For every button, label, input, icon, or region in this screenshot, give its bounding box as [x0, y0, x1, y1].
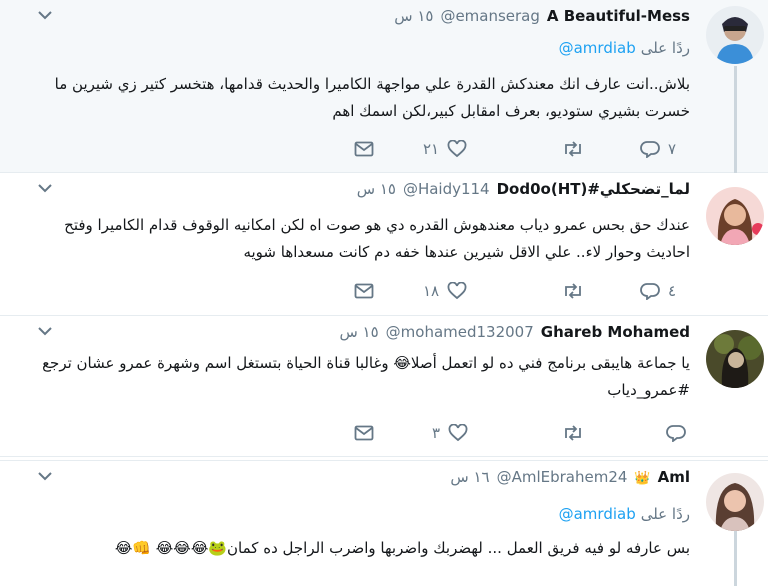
chevron-down-icon[interactable]: [37, 469, 53, 483]
timestamp[interactable]: ١٥ س: [394, 7, 433, 25]
timestamp[interactable]: ١٥ س: [357, 180, 396, 198]
tweet[interactable]: Aml 👑 @AmlEbrahem24 ١٦ س ردًا على @amrdi…: [0, 460, 768, 586]
retweet-button[interactable]: [562, 281, 592, 301]
retweet-icon: [565, 283, 581, 299]
avatar[interactable]: [706, 187, 764, 245]
avatar[interactable]: [706, 473, 764, 531]
reply-icon: [640, 283, 660, 300]
reply-context: ردًا على @amrdiab: [559, 39, 690, 57]
avatar[interactable]: [706, 6, 764, 64]
username[interactable]: @emanserag: [440, 7, 539, 25]
reply-count: ٧: [668, 140, 677, 158]
reply-prefix: ردًا على: [640, 39, 690, 57]
tweet-text: يا جماعة هايبقى برنامج فني ده لو اتعمل أ…: [42, 354, 690, 399]
display-name[interactable]: Dod0o(HT)#لما_تضحكلي: [497, 180, 690, 198]
reply-context: ردًا على @amrdiab: [559, 505, 690, 523]
heart-icon: [447, 140, 467, 158]
thread-line: [734, 531, 737, 586]
tweet-text: بلاش..انت عارف انك معندكش القدرة علي موا…: [54, 75, 690, 120]
tweet[interactable]: Ghareb Mohamed @mohamed132007 ١٥ س يا جم…: [0, 316, 768, 457]
tweet[interactable]: A Beautiful-Mess @emanserag ١٥ س ردًا عل…: [0, 0, 768, 173]
tweet-text: بس عارفه لو فيه فريق العمل ... لهضربك وا…: [114, 539, 690, 557]
dm-button[interactable]: [354, 139, 374, 159]
dm-button[interactable]: [354, 281, 374, 301]
retweet-icon: [565, 141, 581, 157]
reply-handle-link[interactable]: @amrdiab: [559, 505, 636, 523]
like-button[interactable]: ٢١: [423, 139, 467, 159]
like-count: ٢١: [423, 140, 440, 158]
envelope-icon: [354, 141, 374, 157]
envelope-icon: [354, 283, 374, 299]
tweet[interactable]: Dod0o(HT)#لما_تضحكلي @Haidy114 ١٥ س عندك…: [0, 173, 768, 316]
tweet-actions: ٣: [0, 423, 768, 443]
tweet-text: عندك حق بحس عمرو دياب معندهوش القدره دي …: [64, 216, 690, 261]
retweet-icon: [565, 425, 581, 441]
reply-button[interactable]: ٤: [640, 281, 676, 301]
timestamp[interactable]: ١٥ س: [339, 323, 378, 341]
chevron-down-icon[interactable]: [37, 181, 53, 195]
chevron-down-icon[interactable]: [37, 8, 53, 22]
timestamp[interactable]: ١٦ س: [450, 468, 489, 486]
envelope-icon: [354, 425, 374, 441]
reply-prefix: ردًا على: [640, 505, 690, 523]
tweet-header: Dod0o(HT)#لما_تضحكلي @Haidy114 ١٥ س: [357, 180, 690, 200]
crown-badge: 👑: [634, 471, 651, 486]
reply-button[interactable]: ٧: [640, 139, 676, 159]
tweet-header: Aml 👑 @AmlEbrahem24 ١٦ س: [450, 468, 690, 488]
tweet-header: A Beautiful-Mess @emanserag ١٥ س: [394, 7, 690, 27]
username[interactable]: @Haidy114: [403, 180, 490, 198]
heart-icon: [447, 282, 467, 300]
dm-button[interactable]: [354, 423, 374, 443]
reply-count: ٤: [668, 282, 677, 300]
reply-handle-link[interactable]: @amrdiab: [559, 39, 636, 57]
reply-button[interactable]: [666, 423, 694, 443]
like-button[interactable]: ٣: [432, 423, 468, 443]
chevron-down-icon[interactable]: [37, 324, 53, 338]
like-count: ٣: [432, 424, 441, 442]
like-count: ١٨: [423, 282, 440, 300]
tweet-actions: ٧ ٢١: [0, 139, 768, 159]
tweet-header: Ghareb Mohamed @mohamed132007 ١٥ س: [339, 323, 690, 343]
username[interactable]: @AmlEbrahem24: [497, 468, 628, 486]
username[interactable]: @mohamed132007: [386, 323, 534, 341]
like-button[interactable]: ١٨: [423, 281, 467, 301]
reply-icon: [666, 425, 686, 442]
display-name[interactable]: A Beautiful-Mess: [547, 7, 690, 25]
heart-icon: [448, 424, 468, 442]
display-name[interactable]: Ghareb Mohamed: [541, 323, 690, 341]
retweet-button[interactable]: [562, 423, 592, 443]
retweet-button[interactable]: [562, 139, 592, 159]
avatar[interactable]: [706, 330, 764, 388]
display-name[interactable]: Aml: [658, 468, 690, 486]
tweet-actions: ٤ ١٨: [0, 281, 768, 301]
reply-icon: [640, 141, 660, 158]
